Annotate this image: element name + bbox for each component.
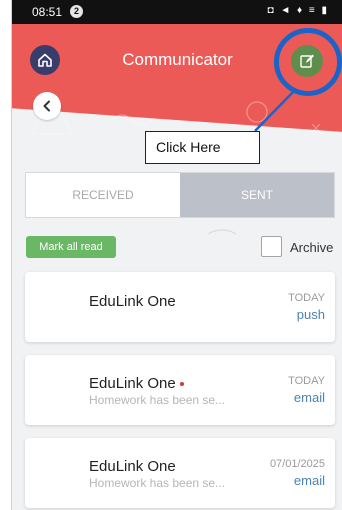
message-card[interactable]: EduLink One Homework has been se... 07/0… <box>25 438 335 508</box>
status-time: 08:51 <box>32 5 63 19</box>
click-here-callout: Click Here <box>145 131 260 164</box>
message-card[interactable]: EduLink One TODAY push <box>25 272 335 342</box>
message-card[interactable]: EduLink One Homework has been se... TODA… <box>25 355 335 425</box>
message-preview: Homework has been se... <box>89 476 226 490</box>
app-frame: 08:51 2 ◘ ◄ ♦ ≡ ▮ Communicator Click Her… <box>11 0 342 510</box>
edit-icon <box>300 54 314 68</box>
message-date: TODAY <box>288 375 325 387</box>
message-sender: EduLink One <box>89 293 176 310</box>
message-preview: Homework has been se... <box>89 393 226 407</box>
message-date: 07/01/2025 <box>269 458 325 470</box>
message-type: push <box>296 307 325 322</box>
archive-label: Archive <box>290 240 334 255</box>
message-type: email <box>293 390 325 405</box>
mark-all-read-button[interactable]: Mark all read <box>26 236 116 258</box>
message-sender: EduLink One <box>89 375 184 392</box>
message-date: TODAY <box>288 292 325 304</box>
status-icons: ◘ ◄ ♦ ≡ ▮ <box>267 5 329 16</box>
message-sender: EduLink One <box>89 458 176 475</box>
tab-sent[interactable]: SENT <box>180 173 334 217</box>
message-type: email <box>293 473 325 488</box>
archive-checkbox[interactable] <box>261 236 282 257</box>
tab-received[interactable]: RECEIVED <box>26 173 180 217</box>
status-bar: 08:51 2 ◘ ◄ ♦ ≡ ▮ <box>12 0 342 24</box>
back-button[interactable] <box>33 92 61 120</box>
chevron-left-icon <box>43 100 50 112</box>
unread-dot-icon <box>179 382 184 387</box>
compose-button[interactable] <box>291 45 323 77</box>
message-tabs: RECEIVED SENT <box>25 172 335 218</box>
notification-badge-icon: 2 <box>70 5 83 18</box>
